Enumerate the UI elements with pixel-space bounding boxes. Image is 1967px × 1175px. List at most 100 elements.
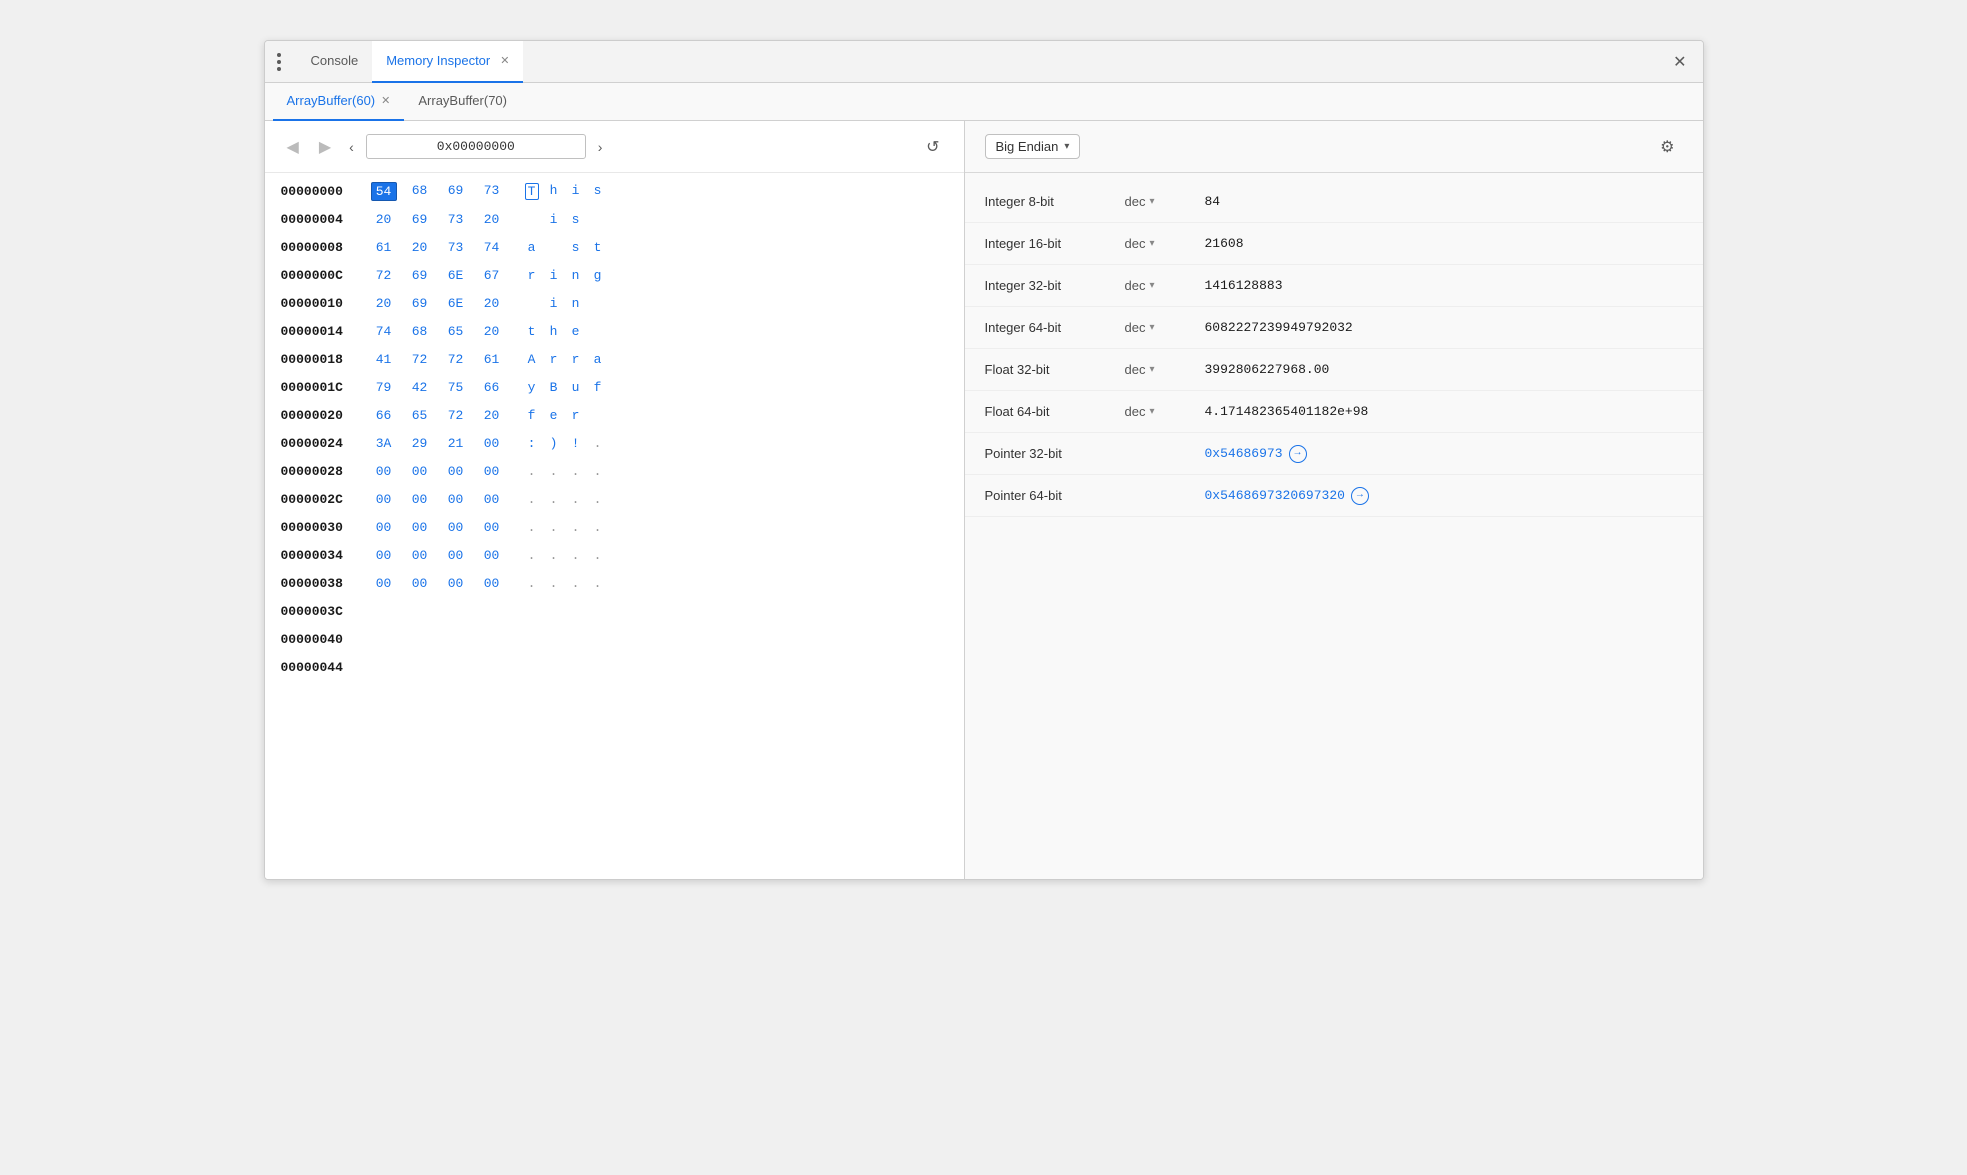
ascii-char[interactable] <box>525 296 539 311</box>
hex-cell[interactable]: 20 <box>479 295 505 312</box>
hex-cell[interactable]: 69 <box>407 295 433 312</box>
ascii-char[interactable] <box>591 296 605 311</box>
ascii-char[interactable]: . <box>569 492 583 507</box>
ascii-char[interactable]: . <box>591 436 605 451</box>
hex-cell[interactable]: 65 <box>443 323 469 340</box>
ascii-char[interactable]: i <box>569 183 583 200</box>
hex-cell[interactable]: 41 <box>371 351 397 368</box>
ascii-char[interactable]: . <box>525 520 539 535</box>
hex-cell[interactable]: 00 <box>443 463 469 480</box>
ascii-char[interactable]: . <box>591 548 605 563</box>
ascii-char[interactable]: . <box>547 576 561 591</box>
ascii-char[interactable]: r <box>569 352 583 367</box>
format-selector-int16[interactable]: dec▾ <box>1125 236 1205 251</box>
format-selector-int64[interactable]: dec▾ <box>1125 320 1205 335</box>
hex-cell[interactable]: 3A <box>371 435 397 452</box>
format-selector-int8[interactable]: dec▾ <box>1125 194 1205 209</box>
hex-cell[interactable]: 72 <box>371 267 397 284</box>
ascii-char[interactable]: . <box>525 576 539 591</box>
hex-cell[interactable]: 74 <box>479 239 505 256</box>
hex-cell[interactable]: 61 <box>371 239 397 256</box>
hex-cell[interactable]: 20 <box>407 239 433 256</box>
hex-cell[interactable]: 42 <box>407 379 433 396</box>
ascii-char[interactable]: r <box>547 352 561 367</box>
settings-button[interactable]: ⚙ <box>1652 133 1682 161</box>
ascii-char[interactable]: . <box>525 492 539 507</box>
ascii-char[interactable]: i <box>547 296 561 311</box>
hex-cell[interactable]: 20 <box>479 407 505 424</box>
hex-cell[interactable]: 00 <box>407 575 433 592</box>
hex-cell[interactable]: 54 <box>371 182 397 201</box>
ascii-char[interactable]: . <box>591 520 605 535</box>
hex-cell[interactable]: 68 <box>407 323 433 340</box>
hex-cell[interactable]: 00 <box>443 491 469 508</box>
endian-selector[interactable]: Big Endian ▾ <box>985 134 1081 159</box>
ascii-char[interactable]: T <box>525 183 539 200</box>
format-selector-float64[interactable]: dec▾ <box>1125 404 1205 419</box>
ascii-char[interactable]: i <box>547 212 561 227</box>
ascii-char[interactable] <box>547 240 561 255</box>
ascii-char[interactable]: r <box>569 408 583 423</box>
hex-cell[interactable]: 20 <box>371 295 397 312</box>
ascii-char[interactable]: e <box>547 408 561 423</box>
ascii-char[interactable]: . <box>547 520 561 535</box>
address-input[interactable] <box>366 134 586 159</box>
close-arraybuffer-60-icon[interactable]: ✕ <box>381 94 390 107</box>
ascii-char[interactable]: e <box>569 324 583 339</box>
ascii-char[interactable]: f <box>591 380 605 395</box>
ascii-char[interactable]: n <box>569 268 583 283</box>
hex-cell[interactable]: 29 <box>407 435 433 452</box>
close-memory-inspector-icon[interactable]: ✕ <box>500 54 509 67</box>
next-address-button[interactable]: › <box>594 135 607 159</box>
menu-dots[interactable] <box>273 49 285 75</box>
hex-cell[interactable]: 00 <box>443 547 469 564</box>
hex-cell[interactable]: 00 <box>479 491 505 508</box>
hex-cell[interactable]: 75 <box>443 379 469 396</box>
hex-cell[interactable]: 00 <box>371 547 397 564</box>
hex-cell[interactable]: 00 <box>479 519 505 536</box>
hex-cell[interactable]: 73 <box>479 182 505 201</box>
hex-cell[interactable]: 20 <box>479 211 505 228</box>
ascii-char[interactable]: f <box>525 408 539 423</box>
hex-cell[interactable]: 00 <box>443 575 469 592</box>
hex-cell[interactable]: 00 <box>407 519 433 536</box>
ascii-char[interactable]: . <box>569 464 583 479</box>
hex-cell[interactable]: 20 <box>479 323 505 340</box>
window-close-button[interactable]: ✕ <box>1665 48 1694 76</box>
ascii-char[interactable] <box>591 324 605 339</box>
hex-cell[interactable]: 00 <box>479 463 505 480</box>
hex-cell[interactable]: 20 <box>371 211 397 228</box>
hex-cell[interactable]: 69 <box>407 267 433 284</box>
ascii-char[interactable]: ) <box>547 436 561 451</box>
ascii-char[interactable] <box>591 408 605 423</box>
hex-cell[interactable]: 73 <box>443 211 469 228</box>
sub-tab-arraybuffer-70[interactable]: ArrayBuffer(70) <box>404 83 521 121</box>
hex-cell[interactable]: 00 <box>443 519 469 536</box>
ascii-char[interactable]: . <box>591 464 605 479</box>
hex-cell[interactable]: 00 <box>371 575 397 592</box>
hex-cell[interactable]: 6E <box>443 267 469 284</box>
ascii-char[interactable] <box>591 212 605 227</box>
ascii-char[interactable]: s <box>569 212 583 227</box>
ascii-char[interactable]: . <box>591 492 605 507</box>
ascii-char[interactable]: h <box>547 324 561 339</box>
refresh-button[interactable]: ↺ <box>918 133 947 161</box>
ascii-char[interactable]: n <box>569 296 583 311</box>
navigate-pointer-icon-ptr64[interactable]: → <box>1351 487 1369 505</box>
hex-cell[interactable]: 65 <box>407 407 433 424</box>
ascii-char[interactable] <box>525 212 539 227</box>
ascii-char[interactable]: s <box>569 240 583 255</box>
ascii-char[interactable]: . <box>525 548 539 563</box>
ascii-char[interactable]: t <box>525 324 539 339</box>
hex-cell[interactable]: 00 <box>407 491 433 508</box>
hex-cell[interactable]: 68 <box>407 182 433 201</box>
ascii-char[interactable]: . <box>569 548 583 563</box>
tab-console[interactable]: Console <box>297 41 373 83</box>
hex-cell[interactable]: 79 <box>371 379 397 396</box>
hex-cell[interactable]: 00 <box>371 519 397 536</box>
format-selector-int32[interactable]: dec▾ <box>1125 278 1205 293</box>
hex-cell[interactable]: 72 <box>443 351 469 368</box>
ascii-char[interactable]: a <box>525 240 539 255</box>
hex-cell[interactable]: 21 <box>443 435 469 452</box>
hex-cell[interactable]: 66 <box>479 379 505 396</box>
